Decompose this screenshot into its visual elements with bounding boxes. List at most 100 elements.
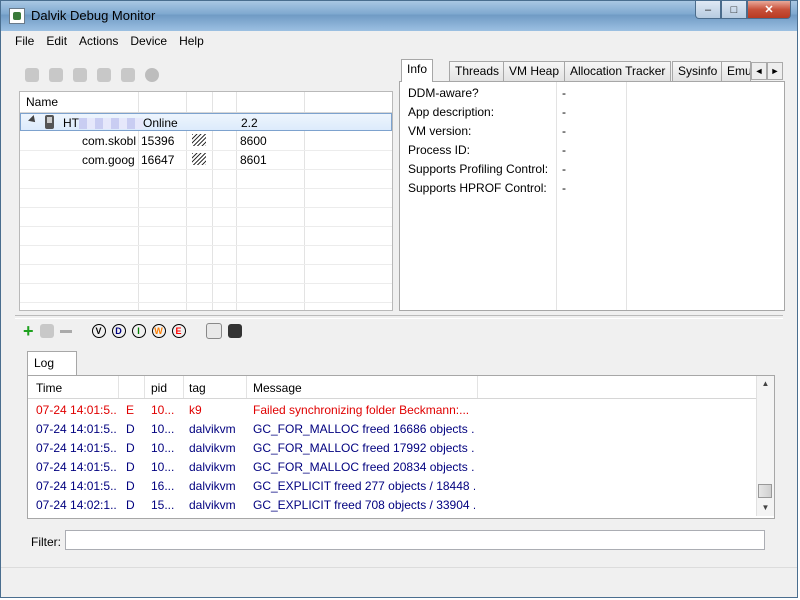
log-table-header: Time pid tag Message: [28, 376, 756, 399]
log-message: GC_EXPLICIT freed 277 objects / 18448 ..…: [253, 479, 475, 493]
info-value: -: [562, 162, 566, 176]
debug-level-icon[interactable]: D: [111, 324, 126, 338]
log-level: E: [126, 403, 135, 417]
info-level-icon[interactable]: I: [131, 324, 146, 338]
log-tag: dalvikvm: [189, 422, 236, 436]
collapse-icon[interactable]: [28, 115, 38, 125]
log-pid: 10...: [151, 403, 175, 417]
info-value: -: [562, 105, 566, 119]
info-tabs: Info Threads VM Heap Allocation Tracker …: [399, 59, 785, 82]
info-label: Supports HPROF Control:: [408, 181, 547, 195]
tab-vm-heap[interactable]: VM Heap: [503, 61, 566, 81]
stop-process-icon[interactable]: [145, 68, 159, 82]
client-port: 8600: [240, 134, 267, 148]
device-version: 2.2: [241, 116, 258, 130]
log-pid: 16...: [151, 479, 175, 493]
tab-emulator[interactable]: Emu: [721, 61, 751, 81]
log-table: Time pid tag Message 07-24 14:01:5... E 10…: [27, 375, 775, 519]
log-time: 07-24 14:01:5...: [36, 460, 116, 474]
log-time: 07-24 14:01:5...: [36, 422, 116, 436]
error-level-icon[interactable]: E: [171, 324, 186, 338]
title-bar[interactable]: Dalvik Debug Monitor – □ ✕: [1, 1, 797, 31]
scroll-thumb[interactable]: [758, 484, 772, 498]
tab-allocation-tracker[interactable]: Allocation Tracker: [564, 61, 672, 81]
column-name[interactable]: Name: [26, 95, 58, 109]
log-message: Failed synchronizing folder Beckmann:...: [253, 403, 470, 417]
info-value: -: [562, 124, 566, 138]
info-value: -: [562, 143, 566, 157]
window-title: Dalvik Debug Monitor: [31, 8, 156, 23]
close-button[interactable]: ✕: [747, 1, 791, 19]
scroll-up-icon[interactable]: ▲: [757, 376, 774, 392]
info-label: Supports Profiling Control:: [408, 162, 549, 176]
tab-info[interactable]: Info: [401, 59, 434, 82]
menu-file[interactable]: File: [9, 34, 40, 48]
log-tag: dalvikvm: [189, 479, 236, 493]
client-name: com.skobl: [82, 134, 136, 148]
client-pid: 15396: [141, 134, 175, 148]
log-time: 07-24 14:01:5...: [36, 441, 116, 455]
log-scrollbar[interactable]: ▲ ▼: [756, 376, 774, 516]
menu-device[interactable]: Device: [124, 34, 173, 48]
log-row[interactable]: 07-24 14:01:5... D 10... dalvikvm GC_FOR_MAL…: [28, 438, 756, 457]
log-row[interactable]: 07-24 14:01:5... D 10... dalvikvm GC_FOR_MAL…: [28, 419, 756, 438]
client-row[interactable]: com.goog 16647 8601: [20, 151, 392, 169]
devices-toolbar: [19, 59, 393, 91]
clear-log-icon[interactable]: [205, 323, 222, 339]
verbose-level-icon[interactable]: V: [91, 324, 106, 338]
add-filter-icon[interactable]: +: [23, 322, 34, 340]
log-row[interactable]: 07-24 14:01:5... D 16... dalvikvm GC_EXPLICI…: [28, 476, 756, 495]
column-tag[interactable]: tag: [189, 381, 206, 395]
client-row[interactable]: com.skobl 15396 8600: [20, 132, 392, 150]
tab-threads[interactable]: Threads: [449, 61, 506, 81]
tab-scroll-right-icon[interactable]: ►: [767, 62, 783, 80]
delete-filter-icon[interactable]: [59, 329, 72, 333]
log-tag: dalvikvm: [189, 441, 236, 455]
log-tag: dalvikvm: [189, 460, 236, 474]
panel-splitter[interactable]: [15, 315, 783, 319]
log-level: D: [126, 498, 135, 512]
main-window: Dalvik Debug Monitor – □ ✕ File Edit Act…: [0, 0, 798, 598]
info-label: DDM-aware?: [408, 86, 479, 100]
filter-input[interactable]: [65, 530, 765, 550]
tab-sysinfo[interactable]: Sysinfo: [672, 61, 724, 81]
redacted-serial: [79, 118, 143, 130]
edit-filter-icon[interactable]: [39, 324, 54, 338]
log-message: GC_FOR_MALLOC freed 20834 objects ...: [253, 460, 475, 474]
status-divider: [1, 567, 797, 568]
cause-gc-icon[interactable]: [73, 68, 87, 82]
log-row[interactable]: 07-24 14:01:5... E 10... k9 Failed synchroni…: [28, 400, 756, 419]
log-level: D: [126, 479, 135, 493]
menu-bar: File Edit Actions Device Help: [1, 31, 797, 51]
log-level: D: [126, 422, 135, 436]
filter-label: Filter:: [31, 535, 61, 549]
devices-panel: Name HT Online 2.2 com.skobl 15396 8600 …: [19, 59, 393, 311]
tab-scroll-left-icon[interactable]: ◄: [751, 62, 767, 80]
minimize-button[interactable]: –: [695, 1, 721, 19]
log-row[interactable]: 07-24 14:01:5... D 10... dalvikvm GC_FOR_MAL…: [28, 457, 756, 476]
log-row[interactable]: 07-24 14:02:1... D 15... dalvikvm GC_EXPLICI…: [28, 495, 756, 514]
update-threads-icon[interactable]: [97, 68, 111, 82]
log-message: GC_EXPLICIT freed 708 objects / 33904 ..…: [253, 498, 475, 512]
device-row[interactable]: HT Online 2.2: [20, 113, 392, 131]
menu-actions[interactable]: Actions: [73, 34, 124, 48]
log-tag: dalvikvm: [189, 498, 236, 512]
info-panel: Info Threads VM Heap Allocation Tracker …: [399, 59, 785, 311]
update-heap-icon[interactable]: [25, 68, 39, 82]
menu-edit[interactable]: Edit: [40, 34, 73, 48]
client-pid: 16647: [141, 153, 175, 167]
column-message[interactable]: Message: [253, 381, 302, 395]
warn-level-icon[interactable]: W: [151, 324, 166, 338]
dump-hprof-icon[interactable]: [49, 68, 63, 82]
log-tag: k9: [189, 403, 202, 417]
window-controls: – □ ✕: [695, 1, 791, 21]
tab-log[interactable]: Log: [27, 351, 77, 375]
method-profiling-icon[interactable]: [121, 68, 135, 82]
menu-help[interactable]: Help: [173, 34, 210, 48]
column-time[interactable]: Time: [36, 381, 62, 395]
phone-icon: [45, 115, 54, 129]
save-log-icon[interactable]: [227, 324, 242, 338]
scroll-down-icon[interactable]: ▼: [757, 500, 774, 516]
maximize-button[interactable]: □: [721, 1, 747, 19]
column-pid[interactable]: pid: [151, 381, 167, 395]
